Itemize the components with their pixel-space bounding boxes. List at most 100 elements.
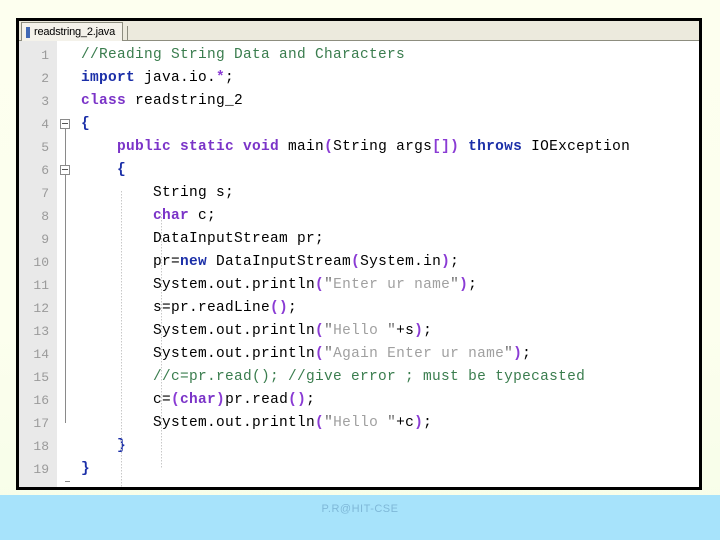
code-token: s=pr.readLine xyxy=(81,300,271,316)
line-number: 8 xyxy=(41,209,49,224)
line-number: 19 xyxy=(33,462,49,477)
fold-cell xyxy=(57,136,75,159)
string-token: " xyxy=(387,415,397,431)
code-line: System.out.println("Hello "+s); xyxy=(75,320,699,343)
code-token: pr.read xyxy=(225,392,289,408)
code-token: ; xyxy=(288,300,298,316)
tab-divider xyxy=(127,26,128,40)
line-number: 9 xyxy=(41,232,49,247)
comment-token: //Reading String Data and Characters xyxy=(81,47,406,63)
paren-token: ( xyxy=(315,415,325,431)
paren-token: ) xyxy=(441,254,451,270)
string-token: Hello xyxy=(333,415,388,431)
fold-cell xyxy=(57,44,75,67)
bracket-token: [] xyxy=(432,139,451,155)
paren-token: () xyxy=(270,300,289,316)
string-token: Enter ur name xyxy=(333,277,451,293)
code-token: +s xyxy=(396,323,415,339)
indent-guide xyxy=(121,191,122,487)
code-line: public static void main(String args[]) t… xyxy=(75,136,699,159)
line-number: 7 xyxy=(41,186,49,201)
code-token: readstring_2 xyxy=(126,93,244,109)
paren-token: ( xyxy=(315,346,325,362)
line-number: 13 xyxy=(33,324,49,339)
collapse-toggle-icon[interactable] xyxy=(60,119,70,129)
keyword-token: char xyxy=(180,392,217,408)
fold-cell xyxy=(57,67,75,90)
collapse-toggle-icon[interactable] xyxy=(60,165,70,175)
keyword-token: class xyxy=(81,93,127,109)
code-line: DataInputStream pr; xyxy=(75,228,699,251)
paren-token: ) xyxy=(414,415,424,431)
line-number: 5 xyxy=(41,140,49,155)
code-token: ; xyxy=(468,277,478,293)
comment-token: //c=pr.read(); //give error ; must be ty… xyxy=(153,369,586,385)
fold-cell xyxy=(57,90,75,113)
code-token: +c xyxy=(396,415,415,431)
brace-token: { xyxy=(81,116,91,132)
line-number: 17 xyxy=(33,416,49,431)
paren-token: ) xyxy=(450,139,460,155)
paren-token: ) xyxy=(459,277,469,293)
line-number-gutter: 1 2 3 4 5 6 7 8 9 10 11 12 13 14 15 16 1… xyxy=(19,41,57,487)
code-token: System.out.println xyxy=(81,415,316,431)
code-line: { xyxy=(75,159,699,182)
tab-label: readstring_2.java xyxy=(34,25,115,38)
line-number: 1 xyxy=(41,48,49,63)
code-line: { xyxy=(75,113,699,136)
paren-token: () xyxy=(288,392,307,408)
keyword-token: new xyxy=(180,254,208,270)
paren-token: ( xyxy=(315,323,325,339)
paren-token: ) xyxy=(414,323,424,339)
line-number: 11 xyxy=(33,278,49,293)
code-line: String s; xyxy=(75,182,699,205)
keyword-token: char xyxy=(153,208,190,224)
paren-token: ) xyxy=(513,346,523,362)
code-line: System.out.println("Enter ur name"); xyxy=(75,274,699,297)
code-token: ; xyxy=(423,415,433,431)
line-number: 14 xyxy=(33,347,49,362)
code-line: s=pr.readLine(); xyxy=(75,297,699,320)
line-number: 6 xyxy=(41,163,49,178)
slide-footer-band: P.R@HIT-CSE xyxy=(0,495,720,540)
code-token: System.in xyxy=(360,254,442,270)
code-token: ; xyxy=(450,254,460,270)
line-number: 18 xyxy=(33,439,49,454)
brace-token: { xyxy=(117,162,127,178)
code-token: DataInputStream pr; xyxy=(81,231,325,247)
code-line: } xyxy=(75,458,699,481)
string-token: " xyxy=(450,277,460,293)
code-token: c; xyxy=(189,208,217,224)
string-token: " xyxy=(324,415,334,431)
fold-cell-line-6 xyxy=(57,159,75,182)
code-token: String s; xyxy=(81,185,235,201)
code-line: System.out.println("Again Enter ur name"… xyxy=(75,343,699,366)
code-line: import java.io.*; xyxy=(75,67,699,90)
code-text-area[interactable]: //Reading String Data and Characters imp… xyxy=(75,41,699,487)
paren-token: ( xyxy=(324,139,334,155)
tab-readstring-2-java[interactable]: readstring_2.java xyxy=(21,22,123,41)
string-token: " xyxy=(387,323,397,339)
code-body: 1 2 3 4 5 6 7 8 9 10 11 12 13 14 15 16 1… xyxy=(19,41,699,487)
fold-end-inner xyxy=(65,481,70,482)
code-line: char c; xyxy=(75,205,699,228)
code-token: System.out.println xyxy=(81,323,316,339)
keyword-token: import xyxy=(81,70,136,86)
string-token: " xyxy=(504,346,514,362)
code-editor-window: readstring_2.java 1 2 3 4 5 6 7 8 9 10 1… xyxy=(16,18,702,490)
code-token: String args xyxy=(333,139,433,155)
code-token: java.io. xyxy=(135,70,217,86)
code-folding-gutter xyxy=(57,41,75,487)
string-token: " xyxy=(324,277,334,293)
code-token: System.out.println xyxy=(81,346,316,362)
code-token: pr= xyxy=(81,254,181,270)
paren-token: ( xyxy=(315,277,325,293)
string-token: Hello xyxy=(333,323,388,339)
code-token: DataInputStream xyxy=(207,254,352,270)
footer-credit-text: P.R@HIT-CSE xyxy=(321,503,399,515)
fold-connector-inner xyxy=(65,169,66,379)
code-token: ; xyxy=(423,323,433,339)
